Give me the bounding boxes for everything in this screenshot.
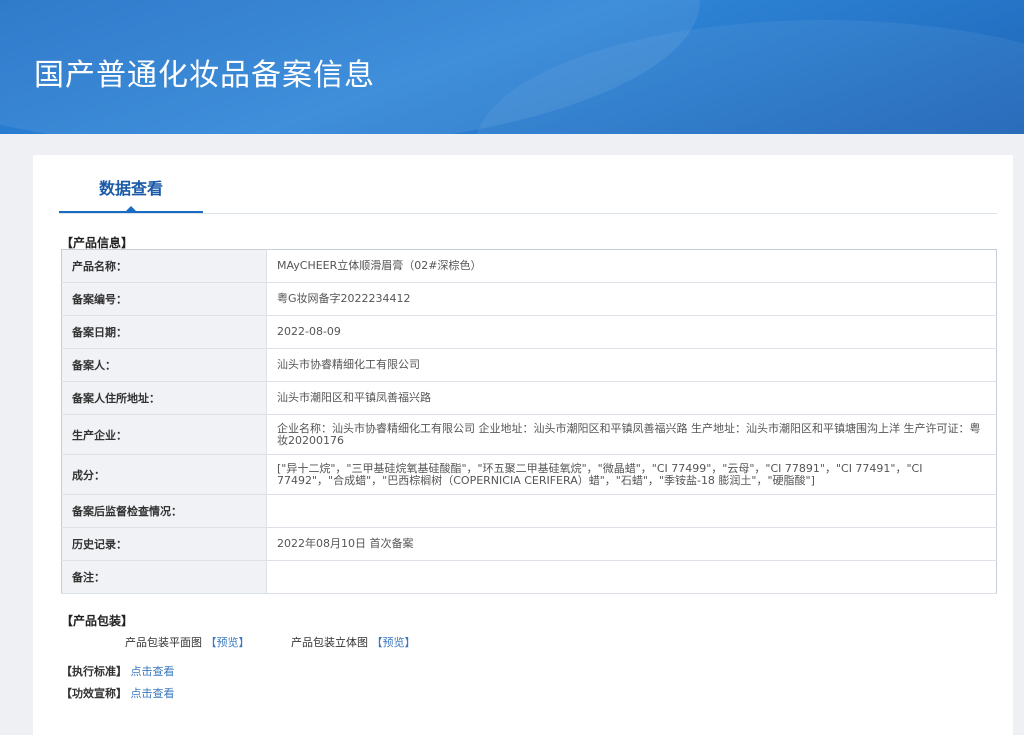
row-value: 企业名称：汕头市协睿精细化工有限公司 企业地址：汕头市潮阳区和平镇凤善福兴路 生… <box>266 414 997 455</box>
page-title: 国产普通化妆品备案信息 <box>34 58 375 93</box>
table-row: 备案人： 汕头市协睿精细化工有限公司 <box>61 348 997 382</box>
row-label: 备案日期： <box>61 315 267 349</box>
row-label: 备案后监督检查情况： <box>61 494 267 528</box>
standard-view-link[interactable]: 点击查看 <box>131 665 175 678</box>
row-label: 历史记录： <box>61 527 267 561</box>
row-value: MAyCHEER立体顺滑眉膏（02#深棕色） <box>266 249 997 283</box>
tab-label: 数据查看 <box>98 179 163 198</box>
packaging-heading: 【产品包装】 <box>61 614 134 628</box>
packaging-solid-preview-link[interactable]: 【预览】 <box>372 636 416 649</box>
active-tab-indicator <box>125 206 137 212</box>
product-info-table: 产品名称： MAyCHEER立体顺滑眉膏（02#深棕色） 备案编号： 粤G妆网备… <box>61 249 997 594</box>
table-row: 备案人住所地址： 汕头市潮阳区和平镇凤善福兴路 <box>61 381 997 415</box>
row-value: ["异十二烷"，"三甲基硅烷氧基硅酸酯"，"环五聚二甲基硅氧烷"，"微晶蜡"，"… <box>266 454 997 495</box>
standard-label: 【执行标准】 <box>61 665 127 678</box>
tab-bar: 数据查看 <box>59 155 997 214</box>
efficacy-label: 【功效宣称】 <box>61 687 127 700</box>
tab-data-view[interactable]: 数据查看 <box>59 155 203 213</box>
row-value <box>266 494 997 528</box>
packaging-flat-row: 产品包装平面图 【预览】 <box>125 634 250 650</box>
efficacy-view-link[interactable]: 点击查看 <box>131 687 175 700</box>
standard-row: 【执行标准】 点击查看 <box>61 663 175 679</box>
table-row: 备案日期： 2022-08-09 <box>61 315 997 349</box>
table-row: 备注： <box>61 560 997 594</box>
row-value: 2022-08-09 <box>266 315 997 349</box>
row-label: 产品名称： <box>61 249 267 283</box>
row-label: 备案人住所地址： <box>61 381 267 415</box>
row-value: 粤G妆网备字2022234412 <box>266 282 997 316</box>
table-row: 产品名称： MAyCHEER立体顺滑眉膏（02#深棕色） <box>61 249 997 283</box>
row-label: 备注： <box>61 560 267 594</box>
row-value <box>266 560 997 594</box>
row-label: 成分： <box>61 454 267 495</box>
table-row: 备案后监督检查情况： <box>61 494 997 528</box>
content-panel: 数据查看 【产品信息】 产品名称： MAyCHEER立体顺滑眉膏（02#深棕色）… <box>33 155 1013 735</box>
packaging-solid-label: 产品包装立体图 <box>291 636 368 649</box>
header-banner: 国产普通化妆品备案信息 <box>0 0 1024 134</box>
packaging-solid-row: 产品包装立体图 【预览】 <box>291 634 416 650</box>
table-row: 历史记录： 2022年08月10日 首次备案 <box>61 527 997 561</box>
table-row: 成分： ["异十二烷"，"三甲基硅烷氧基硅酸酯"，"环五聚二甲基硅氧烷"，"微晶… <box>61 454 997 495</box>
table-row: 备案编号： 粤G妆网备字2022234412 <box>61 282 997 316</box>
table-row: 生产企业： 企业名称：汕头市协睿精细化工有限公司 企业地址：汕头市潮阳区和平镇凤… <box>61 414 997 455</box>
row-value: 2022年08月10日 首次备案 <box>266 527 997 561</box>
packaging-flat-preview-link[interactable]: 【预览】 <box>206 636 250 649</box>
packaging-flat-label: 产品包装平面图 <box>125 636 202 649</box>
row-label: 生产企业： <box>61 414 267 455</box>
row-value: 汕头市协睿精细化工有限公司 <box>266 348 997 382</box>
row-label: 备案编号： <box>61 282 267 316</box>
efficacy-row: 【功效宣称】 点击查看 <box>61 685 175 701</box>
row-value: 汕头市潮阳区和平镇凤善福兴路 <box>266 381 997 415</box>
row-label: 备案人： <box>61 348 267 382</box>
